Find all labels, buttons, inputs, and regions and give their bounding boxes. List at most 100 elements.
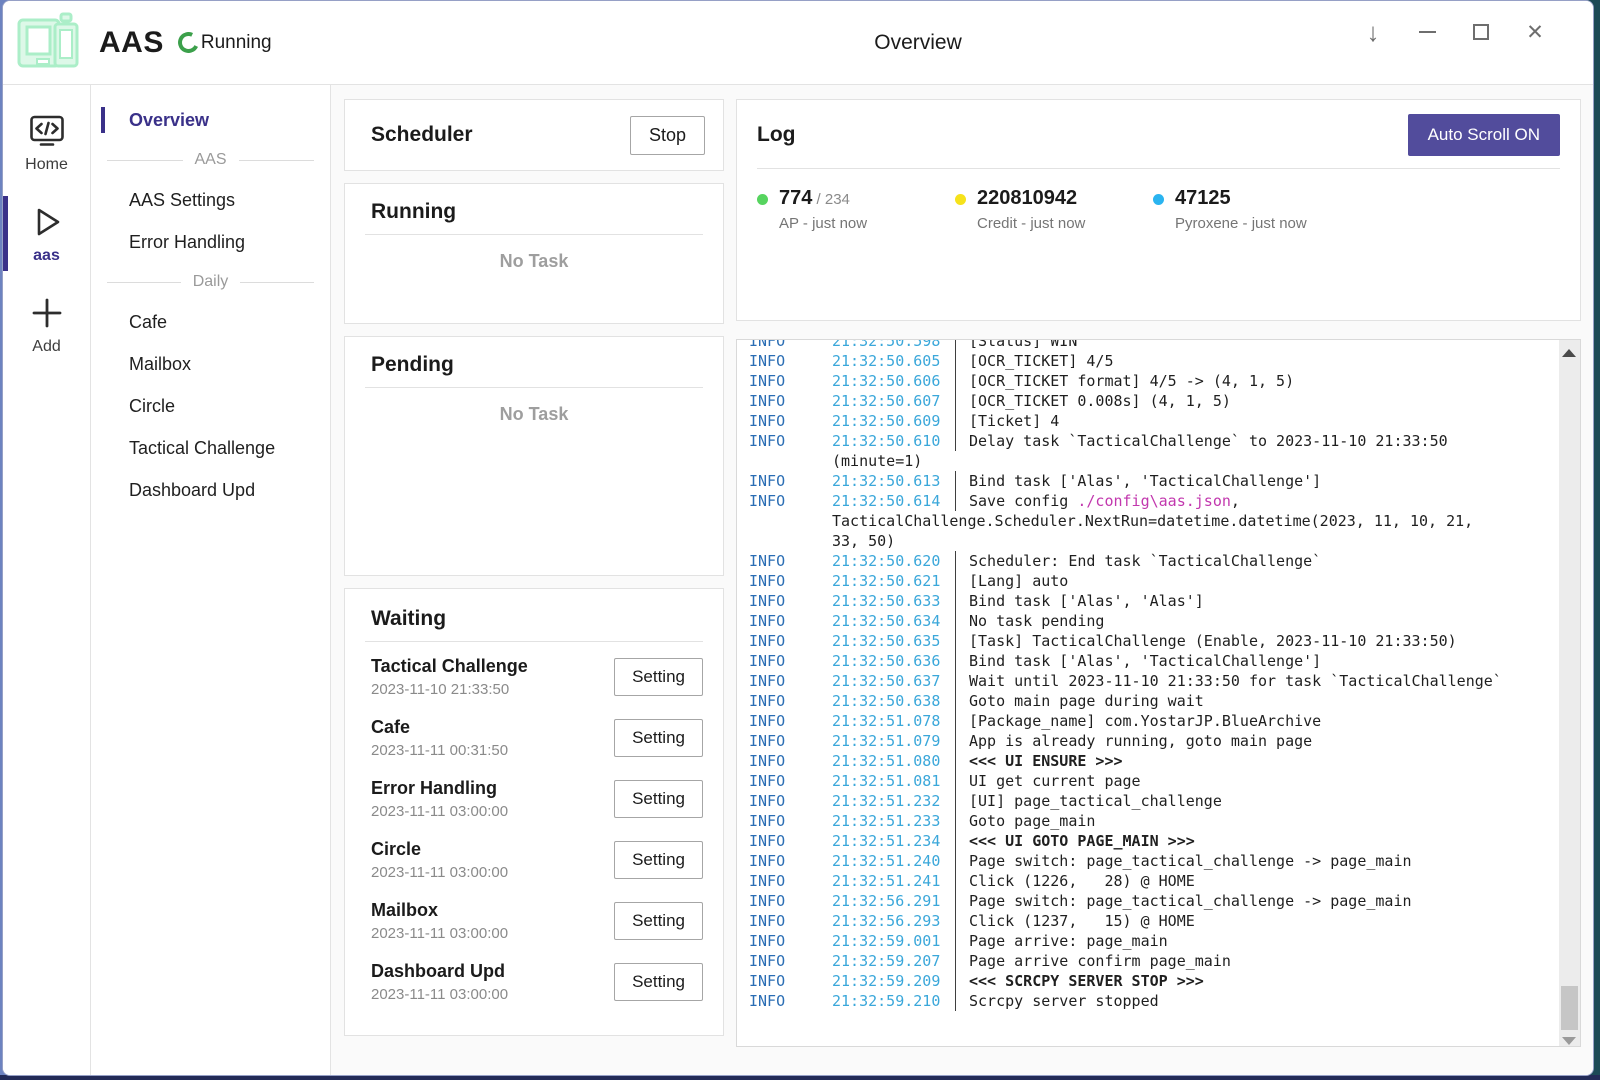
task-next-run-time: 2023-11-11 03:00:00 (371, 925, 614, 942)
log-message: [Package_name] com.YostarJP.BlueArchive (955, 711, 1550, 731)
log-message: Page arrive: page_main (955, 931, 1550, 951)
stat-body: 220810942 Credit - just now (977, 187, 1085, 232)
task-next-run-time: 2023-11-11 00:31:50 (371, 742, 614, 759)
task-setting-button[interactable]: Setting (614, 780, 703, 818)
waiting-task-row: Circle 2023-11-11 03:00:00 Setting (345, 829, 723, 890)
log-level: INFO (749, 931, 832, 951)
log-message: Goto main page during wait (955, 691, 1550, 711)
stop-button[interactable]: Stop (630, 116, 705, 155)
stat-value-row: 47125 (1175, 187, 1307, 210)
log-level: INFO (749, 611, 832, 631)
log-timestamp: 21:32:59.209 (832, 971, 955, 991)
stat-dot-icon (757, 194, 768, 205)
task-info: Circle 2023-11-11 03:00:00 (371, 839, 614, 881)
log-line: INFO 21:32:50.609 [Ticket] 4 (749, 411, 1550, 431)
sidebar-nav: Overview AAS AAS Settings Error Handling… (91, 85, 331, 1075)
minimize-button[interactable] (1405, 11, 1449, 53)
log-timestamp: 21:32:50.620 (832, 551, 955, 571)
rail-item-label: Home (25, 156, 68, 174)
running-card: Running No Task (344, 183, 724, 324)
stat-dot-icon (1153, 194, 1164, 205)
rail-item-home[interactable]: Home (3, 97, 90, 188)
running-spinner-icon (175, 29, 202, 56)
log-line: INFO 21:32:50.635 [Task] TacticalChallen… (749, 631, 1550, 651)
log-message: UI get current page (955, 771, 1550, 791)
log-timestamp: 21:32:51.081 (832, 771, 955, 791)
log-line: INFO 21:32:56.293 Click (1237, 15) @ HOM… (749, 911, 1550, 931)
task-setting-button[interactable]: Setting (614, 963, 703, 1001)
log-level: INFO (749, 391, 832, 411)
rail-item-aas[interactable]: aas (3, 188, 90, 279)
log-timestamp: 21:32:50.609 (832, 411, 955, 431)
task-setting-button[interactable]: Setting (614, 719, 703, 757)
task-info: Tactical Challenge 2023-11-10 21:33:50 (371, 656, 614, 698)
log-message: <<< UI GOTO PAGE_MAIN >>> (955, 831, 1550, 851)
rail-item-add[interactable]: Add (3, 279, 90, 370)
sidebar-item-aas-settings[interactable]: AAS Settings (91, 179, 330, 221)
sidebar-item-tactical-challenge[interactable]: Tactical Challenge (91, 427, 330, 469)
divider (757, 168, 1560, 169)
log-level: INFO (749, 811, 832, 831)
auto-scroll-toggle-button[interactable]: Auto Scroll ON (1408, 114, 1560, 156)
log-level: INFO (749, 371, 832, 391)
task-setting-button[interactable]: Setting (614, 658, 703, 696)
sidebar-item-dashboard-upd[interactable]: Dashboard Upd (91, 469, 330, 511)
log-timestamp: 21:32:50.633 (832, 591, 955, 611)
log-level: INFO (749, 971, 832, 991)
log-timestamp: 21:32:51.233 (832, 811, 955, 831)
log-line: INFO 21:32:51.233 Goto page_main (749, 811, 1550, 831)
sidebar-item-error-handling[interactable]: Error Handling (91, 221, 330, 263)
log-level: INFO (749, 351, 832, 371)
pending-card: Pending No Task (344, 336, 724, 576)
download-arrow-button[interactable]: ↓ (1351, 11, 1395, 53)
sidebar-section-divider: AAS (91, 141, 330, 179)
stat-label: Credit - just now (977, 215, 1085, 232)
log-timestamp: 21:32:51.240 (832, 851, 955, 871)
scrollbar-down-arrow-icon[interactable] (1562, 1037, 1576, 1045)
log-timestamp: 21:32:50.605 (832, 351, 955, 371)
stat-item: 47125 Pyroxene - just now (1153, 187, 1351, 232)
log-line: INFO 21:32:50.613 Bind task ['Alas', 'Ta… (749, 471, 1550, 491)
sidebar-item-circle[interactable]: Circle (91, 385, 330, 427)
log-level: INFO (749, 339, 832, 351)
log-level: INFO (749, 911, 832, 931)
log-timestamp: 21:32:50.613 (832, 471, 955, 491)
log-message: Page arrive confirm page_main (955, 951, 1550, 971)
log-line: INFO 21:32:50.610 Delay task `TacticalCh… (749, 431, 1550, 451)
sidebar-item-mailbox[interactable]: Mailbox (91, 343, 330, 385)
log-card: Log Auto Scroll ON 774 / 234 AP - just n… (736, 99, 1581, 321)
scrollbar-up-arrow-icon[interactable] (1562, 349, 1576, 357)
log-timestamp: 21:32:50.621 (832, 571, 955, 591)
stat-body: 47125 Pyroxene - just now (1175, 187, 1307, 232)
play-icon (28, 204, 66, 240)
log-scrollbar[interactable] (1559, 340, 1580, 1046)
log-timestamp: 21:32:50.635 (832, 631, 955, 651)
log-message: [OCR_TICKET 0.008s] (4, 1, 5) (955, 391, 1550, 411)
sidebar-item-cafe[interactable]: Cafe (91, 301, 330, 343)
log-message: [Lang] auto (955, 571, 1550, 591)
task-setting-button[interactable]: Setting (614, 902, 703, 940)
scheduler-column: Scheduler Stop Running No Task Pending N… (344, 99, 724, 1061)
scrollbar-thumb[interactable] (1561, 986, 1578, 1030)
task-name: Error Handling (371, 778, 614, 799)
log-message: Scrcpy server stopped (955, 991, 1550, 1011)
sidebar-section-label: AAS (195, 151, 227, 169)
maximize-button[interactable] (1459, 11, 1503, 53)
scheduler-card: Scheduler Stop (344, 99, 724, 171)
log-line: INFO 21:32:50.638 Goto main page during … (749, 691, 1550, 711)
log-output[interactable]: INFO 21:32:50.598 [Status] WIN INFO 21:3… (736, 339, 1581, 1047)
log-level: INFO (749, 671, 832, 691)
sidebar-item-overview[interactable]: Overview (91, 99, 330, 141)
waiting-task-list: Tactical Challenge 2023-11-10 21:33:50 S… (345, 646, 723, 1012)
log-line: INFO 21:32:51.240 Page switch: page_tact… (749, 851, 1550, 871)
log-line: INFO 21:32:51.080 <<< UI ENSURE >>> (749, 751, 1550, 771)
task-setting-button[interactable]: Setting (614, 841, 703, 879)
task-next-run-time: 2023-11-10 21:33:50 (371, 681, 614, 698)
log-message: <<< SCRCPY SERVER STOP >>> (955, 971, 1550, 991)
close-button[interactable]: ✕ (1513, 11, 1557, 53)
log-line: INFO 21:32:51.232 [UI] page_tactical_cha… (749, 791, 1550, 811)
sidebar-item-label: Overview (129, 110, 209, 131)
log-level: INFO (749, 651, 832, 671)
code-monitor-icon (28, 113, 66, 149)
log-column: Log Auto Scroll ON 774 / 234 AP - just n… (736, 99, 1581, 1061)
